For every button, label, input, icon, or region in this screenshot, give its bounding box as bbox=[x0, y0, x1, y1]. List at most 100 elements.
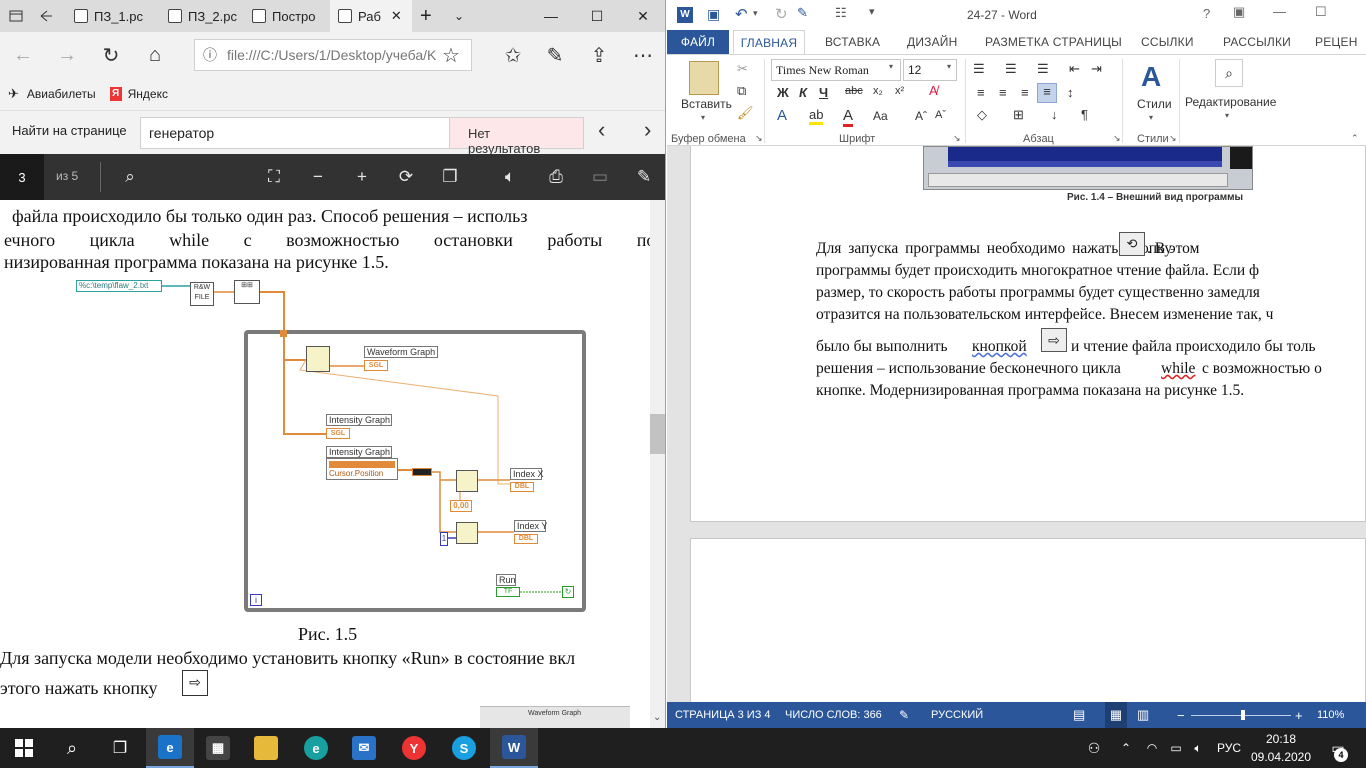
underline-icon[interactable]: Ч bbox=[819, 85, 828, 100]
grow-font-icon[interactable]: Aˆ bbox=[915, 109, 927, 123]
language-indicator[interactable]: РУССКИЙ bbox=[931, 702, 983, 728]
tab-insert[interactable]: ВСТАВКА bbox=[825, 30, 880, 54]
multilevel-list-icon[interactable]: ☰ bbox=[1037, 61, 1049, 77]
zoom-slider-thumb[interactable] bbox=[1241, 710, 1245, 720]
forward-arrow-icon[interactable]: → bbox=[52, 40, 82, 70]
find-next-icon[interactable]: › bbox=[644, 117, 651, 143]
page-number-input[interactable]: 3 bbox=[0, 154, 44, 200]
redo-icon[interactable]: ↻ bbox=[775, 5, 788, 23]
help-icon[interactable]: ? bbox=[1203, 6, 1210, 21]
shading-icon[interactable]: ◇ bbox=[977, 107, 987, 123]
qat-list-icon[interactable]: ☷ bbox=[835, 5, 847, 21]
scroll-down-icon[interactable]: ⌄ bbox=[653, 712, 661, 723]
ribbon-display-icon[interactable]: ▣ bbox=[1233, 4, 1245, 20]
collapse-ribbon-icon[interactable]: ⌃ bbox=[1351, 133, 1359, 144]
paragraph-launcher-icon[interactable]: ↘ bbox=[1113, 133, 1121, 144]
close-tab-icon[interactable]: ✕ bbox=[391, 8, 402, 24]
minimize-button[interactable]: — bbox=[528, 0, 574, 32]
close-window-button[interactable]: ✕ bbox=[620, 0, 665, 32]
word-count[interactable]: ЧИСЛО СЛОВ: 366 bbox=[785, 702, 882, 728]
numbering-icon[interactable]: ☰ bbox=[1005, 61, 1017, 77]
clock-date[interactable]: 09.04.2020 bbox=[1250, 750, 1312, 764]
taskbar-yandex[interactable]: Y bbox=[390, 728, 438, 768]
format-painter-brush-icon[interactable]: 🖌︎ bbox=[737, 105, 754, 121]
styles-button[interactable]: Стили bbox=[1137, 97, 1172, 111]
editing-dropdown-icon[interactable]: ▾ bbox=[1225, 111, 1229, 120]
align-left-icon[interactable]: ≡ bbox=[977, 85, 985, 100]
font-dropdown-icon[interactable]: ▾ bbox=[889, 62, 893, 71]
zoom-out-icon[interactable]: − bbox=[300, 154, 336, 200]
tab-postro[interactable]: Постро bbox=[248, 0, 328, 32]
decrease-indent-icon[interactable]: ⇤ bbox=[1069, 61, 1080, 77]
start-button[interactable] bbox=[0, 728, 48, 768]
tab-home[interactable]: ГЛАВНАЯ bbox=[733, 30, 805, 55]
copy-icon[interactable]: ⧉ bbox=[737, 83, 746, 99]
font-launcher-icon[interactable]: ↘ bbox=[953, 133, 961, 144]
battery-icon[interactable]: ▭ bbox=[1168, 728, 1184, 768]
new-tab-button[interactable]: + bbox=[420, 0, 444, 32]
sort-icon[interactable]: ↓ bbox=[1051, 107, 1058, 122]
font-color-icon[interactable]: A bbox=[843, 107, 854, 127]
print-layout-icon[interactable]: ▦ bbox=[1105, 702, 1127, 728]
share-icon[interactable]: ⇪ bbox=[584, 40, 614, 70]
paste-button[interactable]: Вставить bbox=[681, 97, 732, 111]
favorite-star-icon[interactable]: ☆ bbox=[436, 40, 466, 70]
scrollbar-thumb[interactable] bbox=[650, 414, 665, 454]
align-right-icon[interactable]: ≡ bbox=[1021, 85, 1029, 100]
word-minimize-button[interactable]: — bbox=[1273, 4, 1286, 19]
people-icon[interactable]: ⚇ bbox=[1084, 728, 1104, 768]
save-icon[interactable]: ▭ bbox=[582, 154, 618, 200]
subscript-icon[interactable]: x₂ bbox=[873, 85, 883, 97]
cut-icon[interactable]: ✂ bbox=[737, 61, 748, 77]
maximize-button[interactable]: ☐ bbox=[574, 0, 620, 32]
print-icon[interactable]: ⎙ bbox=[538, 154, 574, 200]
paste-icon[interactable] bbox=[689, 61, 719, 95]
favorite-aviabilety[interactable]: Авиабилеты bbox=[27, 87, 96, 101]
zoom-in-icon[interactable]: + bbox=[1295, 702, 1303, 728]
binoculars-icon[interactable]: ⌕ bbox=[1215, 59, 1243, 87]
search-icon[interactable]: ⌕ bbox=[112, 154, 148, 200]
tab-mailings[interactable]: РАССЫЛКИ bbox=[1223, 30, 1291, 54]
zoom-in-icon[interactable]: + bbox=[344, 154, 380, 200]
show-marks-icon[interactable]: ¶ bbox=[1081, 107, 1088, 122]
line-spacing-icon[interactable]: ↕ bbox=[1067, 85, 1074, 100]
set-aside-tabs-icon[interactable] bbox=[38, 0, 62, 32]
bullets-icon[interactable]: ☰ bbox=[973, 61, 985, 77]
size-dropdown-icon[interactable]: ▾ bbox=[947, 62, 951, 71]
taskbar-ie[interactable]: e bbox=[292, 728, 340, 768]
tab-file[interactable]: ФАЙЛ bbox=[667, 30, 729, 54]
home-icon[interactable]: ⌂ bbox=[140, 40, 170, 70]
task-view-icon[interactable]: ❐ bbox=[96, 728, 144, 768]
taskbar-explorer[interactable] bbox=[242, 728, 290, 768]
highlight-icon[interactable]: ab bbox=[809, 107, 824, 125]
zoom-out-icon[interactable]: − bbox=[1177, 702, 1185, 728]
taskbar-mail[interactable]: ✉ bbox=[340, 728, 388, 768]
bold-icon[interactable]: Ж bbox=[777, 85, 789, 100]
proofing-icon[interactable]: ✎ bbox=[899, 702, 909, 728]
styles-icon[interactable]: A bbox=[1141, 61, 1161, 93]
borders-icon[interactable]: ⊞ bbox=[1013, 107, 1024, 123]
align-center-icon[interactable]: ≡ bbox=[999, 85, 1007, 100]
styles-dropdown-icon[interactable]: ▾ bbox=[1149, 113, 1153, 122]
change-case-icon[interactable]: Aa bbox=[873, 109, 888, 123]
save-icon[interactable]: ▣ bbox=[707, 6, 720, 23]
clipboard-launcher-icon[interactable]: ↘ bbox=[755, 133, 763, 144]
italic-icon[interactable]: К bbox=[799, 85, 807, 100]
tab-review[interactable]: РЕЦЕН bbox=[1315, 30, 1358, 54]
pen-icon[interactable]: ✎ bbox=[540, 40, 570, 70]
input-language[interactable]: РУС bbox=[1214, 728, 1244, 768]
tab-active[interactable]: Раб ✕ bbox=[330, 0, 412, 32]
taskbar-store[interactable]: ▦ bbox=[194, 728, 242, 768]
favorites-hub-icon[interactable]: ✩ bbox=[498, 40, 528, 70]
paste-dropdown-icon[interactable]: ▾ bbox=[701, 113, 705, 122]
page-indicator[interactable]: СТРАНИЦА 3 ИЗ 4 bbox=[675, 702, 771, 728]
find-input[interactable]: генератор bbox=[140, 117, 450, 149]
tab-actions-icon[interactable] bbox=[8, 0, 32, 32]
save-as-icon[interactable]: ✎ bbox=[626, 154, 662, 200]
format-painter-icon[interactable]: ✎ bbox=[797, 5, 808, 21]
tab-design[interactable]: ДИЗАЙН bbox=[907, 30, 958, 54]
justify-icon[interactable]: ≡ bbox=[1037, 83, 1057, 103]
favorite-yandex[interactable]: Яндекс bbox=[128, 87, 168, 101]
tab-references[interactable]: ССЫЛКИ bbox=[1141, 30, 1194, 54]
undo-dropdown-icon[interactable]: ▾ bbox=[753, 8, 758, 19]
